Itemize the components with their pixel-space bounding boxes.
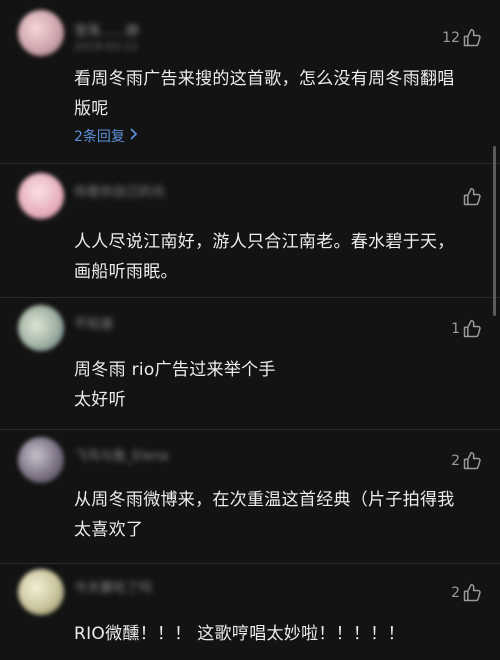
scrollbar[interactable] <box>493 146 496 316</box>
thumbs-up-icon[interactable] <box>462 583 482 603</box>
chevron-right-icon <box>129 128 138 144</box>
comment-line: 周冬雨 rio广告过来举个手 <box>74 360 276 380</box>
username[interactable]: 不知道 <box>74 313 113 332</box>
comment-line: 看周冬雨广告来搜的这首歌，怎么没有周冬雨翻唱 <box>74 69 455 89</box>
like-button[interactable]: 12 <box>442 28 482 48</box>
comment-text: 周冬雨 rio广告过来举个手 太好听 <box>74 355 484 415</box>
replies-link[interactable]: 2条回复 <box>74 126 138 146</box>
avatar[interactable] <box>18 569 64 615</box>
comment-item: 你是你自己的光 人人尽说江南好，游人只合江南老。春水碧于天， 画船听雨眠。 <box>0 163 500 298</box>
thumbs-up-icon[interactable] <box>462 187 482 207</box>
avatar[interactable] <box>18 173 64 219</box>
like-count: 12 <box>442 30 460 46</box>
comment-text: 看周冬雨广告来搜的这首歌，怎么没有周冬雨翻唱 版呢 <box>74 64 484 124</box>
comment-item: 不知道 1 周冬雨 rio广告过来举个手 太好听 <box>0 297 500 430</box>
comment-item: 今天要吃了吗 2 RIO微醺！！！ 这歌哼唱太妙啦！！！！！ <box>0 563 500 660</box>
comment-item: 雪落……静 2019-03-12 12 看周冬雨广告来搜的这首歌，怎么没有周冬雨… <box>0 0 500 164</box>
comment-date: 2019-03-12 <box>74 40 138 53</box>
comment-line: 太好听 <box>74 390 126 410</box>
avatar[interactable] <box>18 305 64 351</box>
username[interactable]: 雪落……静 <box>74 20 139 39</box>
comment-text: 从周冬雨微博来，在次重温这首经典（片子拍得我 太喜欢了 <box>74 485 484 545</box>
comment-item: 飞鸟与鱼_Elena 2 从周冬雨微博来，在次重温这首经典（片子拍得我 太喜欢了 <box>0 429 500 564</box>
like-button[interactable]: 2 <box>451 583 482 603</box>
comment-line: 画船听雨眠。 <box>74 262 178 282</box>
avatar[interactable] <box>18 10 64 56</box>
like-count: 1 <box>451 321 460 337</box>
replies-label: 2条回复 <box>74 129 125 145</box>
comment-line: 人人尽说江南好，游人只合江南老。春水碧于天， <box>74 232 455 252</box>
avatar[interactable] <box>18 437 64 483</box>
username[interactable]: 今天要吃了吗 <box>74 577 152 596</box>
like-button[interactable]: 1 <box>451 319 482 339</box>
thumbs-up-icon[interactable] <box>462 319 482 339</box>
username[interactable]: 你是你自己的光 <box>74 181 165 200</box>
like-count: 2 <box>451 585 460 601</box>
comment-line: 太喜欢了 <box>74 520 144 540</box>
comment-line: 从周冬雨微博来，在次重温这首经典（片子拍得我 <box>74 490 455 510</box>
like-button[interactable] <box>460 187 482 207</box>
comment-line: RIO微醺！！！ 这歌哼唱太妙啦！！！！！ <box>74 624 405 644</box>
like-button[interactable]: 2 <box>451 451 482 471</box>
comment-text: 人人尽说江南好，游人只合江南老。春水碧于天， 画船听雨眠。 <box>74 227 484 287</box>
comment-line: 版呢 <box>74 99 109 119</box>
thumbs-up-icon[interactable] <box>462 451 482 471</box>
like-count: 2 <box>451 453 460 469</box>
username[interactable]: 飞鸟与鱼_Elena <box>74 445 169 464</box>
comment-text: RIO微醺！！！ 这歌哼唱太妙啦！！！！！ <box>74 619 484 649</box>
thumbs-up-icon[interactable] <box>462 28 482 48</box>
